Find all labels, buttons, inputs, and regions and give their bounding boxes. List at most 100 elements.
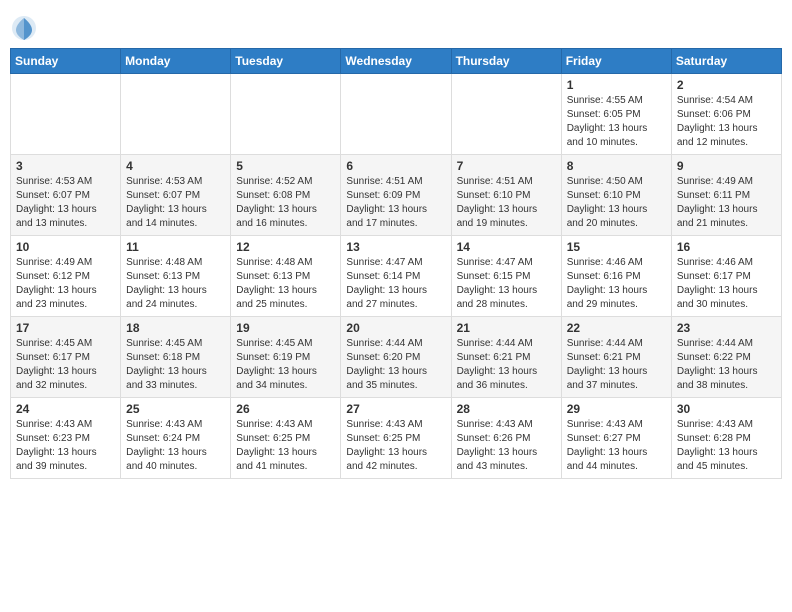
calendar-cell <box>451 74 561 155</box>
calendar-week-row: 1 Sunrise: 4:55 AMSunset: 6:05 PMDaylight… <box>11 74 782 155</box>
day-info: Sunrise: 4:49 AMSunset: 6:11 PMDaylight:… <box>677 175 776 231</box>
calendar-cell: 27Sunrise: 4:43 AMSunset: 6:25 PMDayligh… <box>341 398 451 479</box>
day-number: 2 <box>677 78 776 92</box>
day-info: Sunrise: 4:55 AMSunset: 6:05 PMDaylight:… <box>567 94 666 150</box>
day-info: Sunrise: 4:44 AMSunset: 6:20 PMDaylight:… <box>346 337 445 393</box>
calendar-cell: 3Sunrise: 4:53 AMSunset: 6:07 PMDaylight… <box>11 155 121 236</box>
day-info: Sunrise: 4:46 AMSunset: 6:16 PMDaylight:… <box>567 256 666 312</box>
calendar-cell: 4 Sunrise: 4:53 AMSunset: 6:07 PMDaylight… <box>121 155 231 236</box>
calendar-week-row: 3 Sunrise: 4:53 AMSunset: 6:07 PMDaylight… <box>11 155 782 236</box>
calendar-cell: 13 Sunrise: 4:47 AMSunset: 6:14 PMDayligh… <box>341 236 451 317</box>
day-number: 25 <box>126 402 225 416</box>
weekday-header-row: SundayMondayTuesdayWednesdayThursdayFrid… <box>11 49 782 74</box>
calendar-cell: 30Sunrise: 4:43 AMSunset: 6:28 PMDayligh… <box>671 398 781 479</box>
day-info: Sunrise: 4:43 AMSunset: 6:23 PMDaylight:… <box>16 418 115 474</box>
calendar-cell: 26 Sunrise: 4:43 AMSunset: 6:25 PMDayligh… <box>231 398 341 479</box>
day-info: Sunrise: 4:49 AMSunset: 6:12 PMDaylight:… <box>16 256 115 312</box>
calendar-cell: 28Sunrise: 4:43 AMSunset: 6:26 PMDayligh… <box>451 398 561 479</box>
day-info: Sunrise: 4:47 AMSunset: 6:15 PMDaylight:… <box>457 256 556 312</box>
calendar-cell: 22Sunrise: 4:44 AMSunset: 6:21 PMDayligh… <box>561 317 671 398</box>
day-info: Sunrise: 4:48 AMSunset: 6:13 PMDaylight:… <box>236 256 335 312</box>
weekday-header-monday: Monday <box>121 49 231 74</box>
day-number: 20 <box>346 321 445 335</box>
calendar-cell <box>231 74 341 155</box>
day-number: 14 <box>457 240 556 254</box>
calendar-cell: 5 Sunrise: 4:52 AMSunset: 6:08 PMDaylight… <box>231 155 341 236</box>
day-info: Sunrise: 4:45 AMSunset: 6:19 PMDaylight:… <box>236 337 335 393</box>
day-number: 23 <box>677 321 776 335</box>
calendar-cell: 23 Sunrise: 4:44 AMSunset: 6:22 PMDayligh… <box>671 317 781 398</box>
day-info: Sunrise: 4:47 AMSunset: 6:14 PMDaylight:… <box>346 256 445 312</box>
day-number: 16 <box>677 240 776 254</box>
calendar-cell: 21Sunrise: 4:44 AMSunset: 6:21 PMDayligh… <box>451 317 561 398</box>
day-number: 17 <box>16 321 115 335</box>
day-number: 22 <box>567 321 666 335</box>
calendar-cell: 18 Sunrise: 4:45 AMSunset: 6:18 PMDayligh… <box>121 317 231 398</box>
weekday-header-wednesday: Wednesday <box>341 49 451 74</box>
page-header <box>10 10 782 42</box>
weekday-header-friday: Friday <box>561 49 671 74</box>
day-info: Sunrise: 4:45 AMSunset: 6:18 PMDaylight:… <box>126 337 225 393</box>
calendar-cell: 17Sunrise: 4:45 AMSunset: 6:17 PMDayligh… <box>11 317 121 398</box>
calendar-cell: 16 Sunrise: 4:46 AMSunset: 6:17 PMDayligh… <box>671 236 781 317</box>
calendar-cell: 11Sunrise: 4:48 AMSunset: 6:13 PMDayligh… <box>121 236 231 317</box>
day-info: Sunrise: 4:52 AMSunset: 6:08 PMDaylight:… <box>236 175 335 231</box>
day-info: Sunrise: 4:51 AMSunset: 6:10 PMDaylight:… <box>457 175 556 231</box>
calendar-cell: 6 Sunrise: 4:51 AMSunset: 6:09 PMDaylight… <box>341 155 451 236</box>
calendar-cell <box>121 74 231 155</box>
calendar-cell: 14 Sunrise: 4:47 AMSunset: 6:15 PMDayligh… <box>451 236 561 317</box>
calendar-cell: 10 Sunrise: 4:49 AMSunset: 6:12 PMDayligh… <box>11 236 121 317</box>
day-info: Sunrise: 4:54 AMSunset: 6:06 PMDaylight:… <box>677 94 776 150</box>
day-info: Sunrise: 4:53 AMSunset: 6:07 PMDaylight:… <box>126 175 225 231</box>
calendar-cell <box>341 74 451 155</box>
calendar-cell: 1 Sunrise: 4:55 AMSunset: 6:05 PMDaylight… <box>561 74 671 155</box>
day-info: Sunrise: 4:46 AMSunset: 6:17 PMDaylight:… <box>677 256 776 312</box>
day-info: Sunrise: 4:43 AMSunset: 6:24 PMDaylight:… <box>126 418 225 474</box>
day-info: Sunrise: 4:43 AMSunset: 6:27 PMDaylight:… <box>567 418 666 474</box>
calendar-cell: 7 Sunrise: 4:51 AMSunset: 6:10 PMDaylight… <box>451 155 561 236</box>
calendar-header: SundayMondayTuesdayWednesdayThursdayFrid… <box>11 49 782 74</box>
day-number: 26 <box>236 402 335 416</box>
calendar-cell: 19 Sunrise: 4:45 AMSunset: 6:19 PMDayligh… <box>231 317 341 398</box>
day-number: 5 <box>236 159 335 173</box>
day-number: 3 <box>16 159 115 173</box>
calendar-body: 1 Sunrise: 4:55 AMSunset: 6:05 PMDaylight… <box>11 74 782 479</box>
logo-icon <box>10 14 38 42</box>
calendar-cell: 8Sunrise: 4:50 AMSunset: 6:10 PMDaylight… <box>561 155 671 236</box>
day-number: 13 <box>346 240 445 254</box>
day-number: 30 <box>677 402 776 416</box>
day-number: 6 <box>346 159 445 173</box>
day-number: 18 <box>126 321 225 335</box>
day-info: Sunrise: 4:44 AMSunset: 6:22 PMDaylight:… <box>677 337 776 393</box>
calendar-cell: 25 Sunrise: 4:43 AMSunset: 6:24 PMDayligh… <box>121 398 231 479</box>
day-number: 19 <box>236 321 335 335</box>
day-number: 1 <box>567 78 666 92</box>
calendar-cell: 9 Sunrise: 4:49 AMSunset: 6:11 PMDaylight… <box>671 155 781 236</box>
day-number: 7 <box>457 159 556 173</box>
day-info: Sunrise: 4:48 AMSunset: 6:13 PMDaylight:… <box>126 256 225 312</box>
day-info: Sunrise: 4:44 AMSunset: 6:21 PMDaylight:… <box>457 337 556 393</box>
weekday-header-saturday: Saturday <box>671 49 781 74</box>
day-number: 15 <box>567 240 666 254</box>
day-number: 24 <box>16 402 115 416</box>
calendar-cell: 29 Sunrise: 4:43 AMSunset: 6:27 PMDayligh… <box>561 398 671 479</box>
day-number: 10 <box>16 240 115 254</box>
day-number: 4 <box>126 159 225 173</box>
day-info: Sunrise: 4:43 AMSunset: 6:25 PMDaylight:… <box>346 418 445 474</box>
day-number: 9 <box>677 159 776 173</box>
calendar-cell: 15 Sunrise: 4:46 AMSunset: 6:16 PMDayligh… <box>561 236 671 317</box>
calendar-cell: 20 Sunrise: 4:44 AMSunset: 6:20 PMDayligh… <box>341 317 451 398</box>
calendar-week-row: 24 Sunrise: 4:43 AMSunset: 6:23 PMDayligh… <box>11 398 782 479</box>
weekday-header-thursday: Thursday <box>451 49 561 74</box>
calendar-cell: 24 Sunrise: 4:43 AMSunset: 6:23 PMDayligh… <box>11 398 121 479</box>
calendar-cell <box>11 74 121 155</box>
day-number: 29 <box>567 402 666 416</box>
weekday-header-sunday: Sunday <box>11 49 121 74</box>
day-info: Sunrise: 4:43 AMSunset: 6:25 PMDaylight:… <box>236 418 335 474</box>
day-info: Sunrise: 4:43 AMSunset: 6:26 PMDaylight:… <box>457 418 556 474</box>
calendar-week-row: 10 Sunrise: 4:49 AMSunset: 6:12 PMDayligh… <box>11 236 782 317</box>
day-info: Sunrise: 4:51 AMSunset: 6:09 PMDaylight:… <box>346 175 445 231</box>
calendar-week-row: 17Sunrise: 4:45 AMSunset: 6:17 PMDayligh… <box>11 317 782 398</box>
day-number: 12 <box>236 240 335 254</box>
logo <box>10 14 40 42</box>
